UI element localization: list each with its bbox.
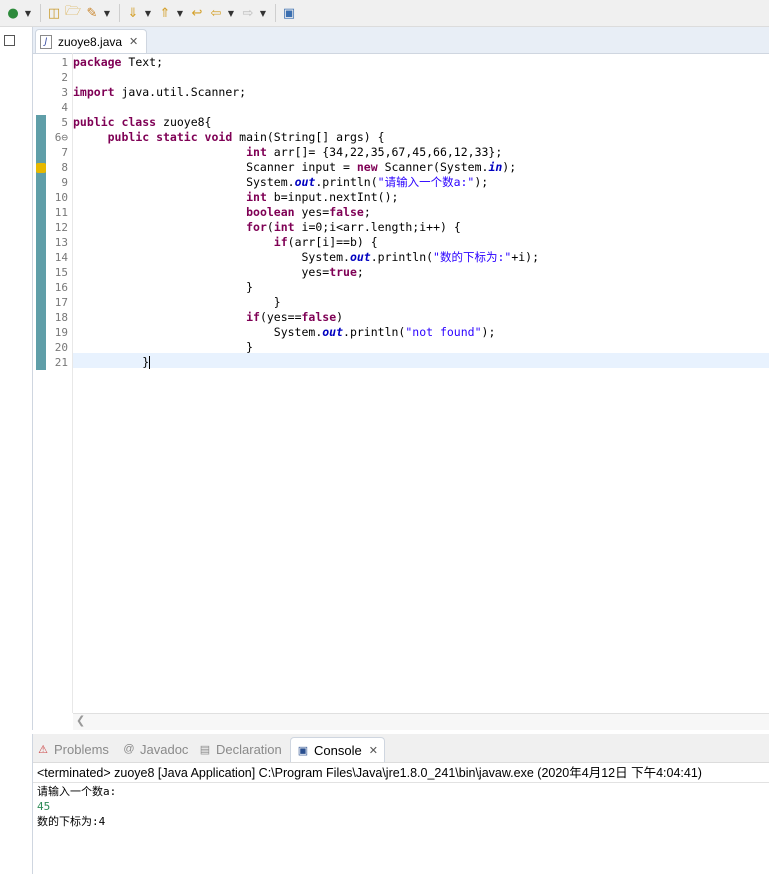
open-folder-icon[interactable]: 🗁 [64, 4, 82, 22]
console-icon: ▣ [297, 744, 309, 757]
code-area[interactable]: package Text; import java.util.Scanner; … [73, 53, 769, 713]
current-line-highlight [73, 353, 769, 368]
console-panel: ⚠ Problems @ Javadoc ▤ Declaration ▣ Con… [32, 734, 769, 874]
code-line-8: Scanner input = new Scanner(System.in); [73, 160, 517, 174]
code-line-10: int b=input.nextInt(); [246, 190, 399, 204]
code-line-1: package Text; [73, 55, 164, 69]
toolbar-separator [275, 4, 276, 22]
console-input-line: 45 [37, 800, 51, 813]
code-line-14: System.out.println("数的下标为:"+i); [73, 250, 540, 264]
editor-tab-bar: J zuoye8.java ✕ [33, 27, 769, 54]
tab-javadoc[interactable]: @ Javadoc [123, 737, 188, 761]
line-number: 18 [54, 311, 68, 324]
prev-annotation-icon[interactable]: ⇑ [156, 4, 174, 22]
next-annotation-dropdown-icon[interactable]: ▼ [143, 4, 153, 22]
close-icon[interactable]: ✕ [369, 744, 378, 757]
back-icon[interactable]: ⇦ [207, 4, 225, 22]
line-number: 4 [61, 101, 68, 114]
forward-dropdown-icon[interactable]: ▼ [258, 4, 268, 22]
left-trim [0, 27, 32, 874]
code-line-16: } [73, 280, 254, 294]
toolbar-separator [40, 4, 41, 22]
tab-console[interactable]: ▣ Console ✕ [290, 737, 385, 762]
prev-annotation-dropdown-icon[interactable]: ▼ [175, 4, 185, 22]
open-type-icon[interactable]: ◫ [45, 4, 63, 22]
code-line-18: if(yes==false) [246, 310, 344, 324]
line-number: 3 [61, 86, 68, 99]
line-number: 2 [61, 71, 68, 84]
run-dropdown-icon[interactable]: ▼ [23, 4, 33, 22]
restore-view-icon[interactable] [4, 35, 15, 46]
console-output-line: 数的下标为:4 [37, 815, 106, 828]
main-toolbar: ● ▼ ◫ 🗁 ✎ ▼ ⇓ ▼ ⇑ ▼ ↩ ⇦ ▼ ⇨ ▼ ▣ [0, 0, 769, 27]
search-icon[interactable]: ✎ [83, 4, 101, 22]
line-number: 14 [54, 251, 68, 264]
tab-label: Problems [54, 741, 109, 757]
javadoc-icon: @ [123, 743, 135, 755]
line-number: 10 [54, 191, 68, 204]
scroll-left-icon[interactable]: ❮ [76, 714, 85, 727]
tab-label: Declaration [216, 741, 282, 757]
line-number: 15 [54, 266, 68, 279]
code-line-6: public static void main(String[] args) { [107, 130, 385, 144]
declaration-icon: ▤ [199, 743, 211, 756]
toolbar-separator [119, 4, 120, 22]
code-line-3: import java.util.Scanner; [73, 85, 247, 99]
tab-label: zuoye8.java [58, 34, 123, 49]
pin-editor-icon[interactable]: ▣ [280, 4, 298, 22]
code-line-21: } [73, 355, 151, 369]
line-number: 16 [54, 281, 68, 294]
java-file-icon: J [40, 34, 52, 49]
code-line-20: } [73, 340, 254, 354]
forward-icon[interactable]: ⇨ [239, 4, 257, 22]
line-number: 19 [54, 326, 68, 339]
run-icon[interactable]: ● [4, 4, 22, 22]
tab-declaration[interactable]: ▤ Declaration [199, 737, 282, 761]
tab-problems[interactable]: ⚠ Problems [37, 737, 109, 761]
bottom-tab-bar: ⚠ Problems @ Javadoc ▤ Declaration ▣ Con… [33, 734, 769, 763]
line-number: 1 [61, 56, 68, 69]
code-line-9: System.out.println("请输入一个数a:"); [73, 175, 489, 189]
tab-label: Console [314, 742, 362, 758]
line-number: 21 [54, 356, 68, 369]
scope-highlight [36, 115, 46, 370]
line-number: 12 [54, 221, 68, 234]
tab-zuoye8-java[interactable]: J zuoye8.java ✕ [35, 29, 147, 53]
code-line-7: int arr[]= {34,22,35,67,45,66,12,33}; [246, 145, 503, 159]
code-line-13: if(arr[i]==b) { [273, 235, 378, 249]
last-edit-icon[interactable]: ↩ [188, 4, 206, 22]
code-line-12: for(int i=0;i<arr.length;i++) { [246, 220, 461, 234]
overview-gutter [36, 53, 48, 713]
next-annotation-icon[interactable]: ⇓ [124, 4, 142, 22]
problems-icon: ⚠ [38, 743, 48, 756]
line-number: 8 [61, 161, 68, 174]
divider [33, 782, 769, 783]
line-number: 7 [61, 146, 68, 159]
code-line-15: yes=true; [73, 265, 364, 279]
warning-icon[interactable] [36, 163, 46, 173]
line-numbers: 1 2 3 4 5 6⊖ 7 8 9 10 11 12 13 14 15 16 … [48, 53, 73, 713]
line-number: 9 [61, 176, 68, 189]
tab-label: Javadoc [140, 741, 189, 757]
code-line-19: System.out.println("not found"); [73, 325, 496, 339]
text-cursor [149, 356, 151, 369]
code-line-11: boolean yes=false; [246, 205, 371, 219]
code-editor: J zuoye8.java ✕ 1 2 3 4 5 6⊖ 7 8 9 10 11… [32, 27, 769, 730]
console-status: <terminated> zuoye8 [Java Application] C… [37, 766, 702, 780]
horizontal-scrollbar[interactable]: ❮ [73, 713, 769, 730]
line-number: 17 [54, 296, 68, 309]
code-line-5: public class zuoye8{ [73, 115, 212, 129]
close-icon[interactable]: ✕ [129, 35, 138, 48]
line-number: 5 [61, 116, 68, 129]
line-number: 11 [54, 206, 68, 219]
code-line-17: } [73, 295, 281, 309]
back-dropdown-icon[interactable]: ▼ [226, 4, 236, 22]
line-number[interactable]: 6⊖ [55, 130, 68, 145]
console-output-line: 请输入一个数a: [37, 785, 117, 798]
line-number: 13 [54, 236, 68, 249]
search-dropdown-icon[interactable]: ▼ [102, 4, 112, 22]
line-number: 20 [54, 341, 68, 354]
